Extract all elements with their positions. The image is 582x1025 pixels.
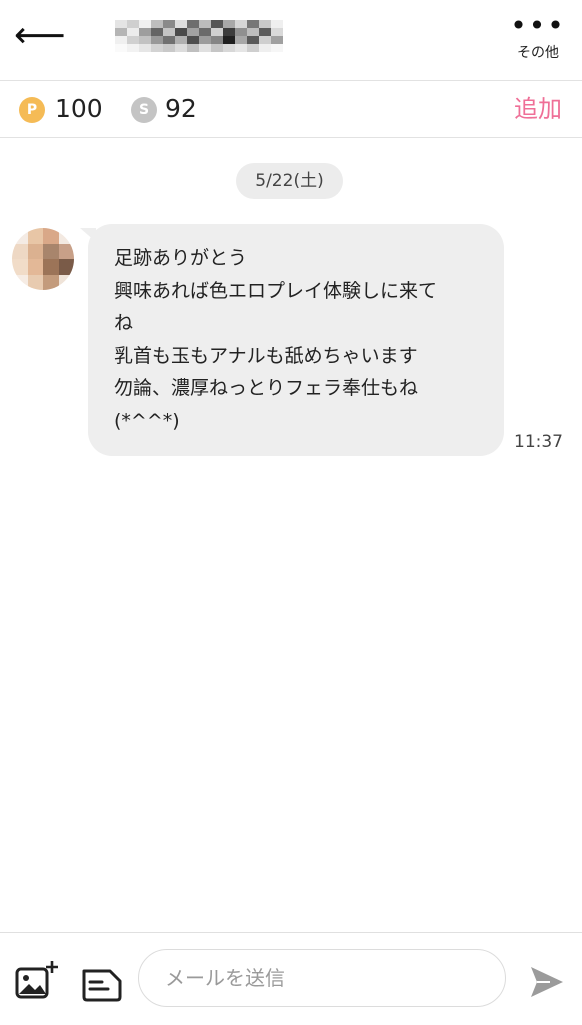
message-line: 勿論、濃厚ねっとりフェラ奉仕もね — [114, 377, 419, 400]
more-menu-button[interactable]: ••• その他 — [508, 12, 568, 72]
template-card-icon[interactable] — [80, 963, 124, 1003]
service-point-value: 92 — [165, 94, 197, 123]
message-bubble[interactable]: 足跡ありがとう 興味あれば色エロプレイ体験しに来て ね 乳首も玉もアナルも舐めち… — [88, 224, 504, 456]
avatar[interactable] — [12, 228, 74, 290]
more-dots-icon: ••• — [510, 9, 566, 42]
message-line: 乳首も玉もアナルも舐めちゃいます — [114, 344, 418, 367]
more-label: その他 — [517, 45, 559, 61]
message-input[interactable] — [138, 949, 506, 1007]
date-separator: 5/22(土) — [236, 163, 343, 199]
back-arrow-icon[interactable]: ⟵ — [14, 14, 66, 58]
message-line: 興味あれば色エロプレイ体験しに来て — [114, 279, 438, 302]
add-points-button[interactable]: 追加 — [514, 93, 562, 125]
message-line: 足跡ありがとう — [114, 247, 248, 269]
point-coin-icon: P — [19, 97, 45, 123]
message-line: (*^^*) — [114, 409, 180, 432]
header-bar: ⟵ ••• その他 — [0, 0, 582, 81]
message-line: ね — [114, 312, 134, 335]
message-timestamp: 11:37 — [514, 432, 563, 452]
contact-name-mosaic — [115, 20, 283, 52]
send-icon[interactable] — [528, 963, 566, 1001]
points-bar: P 100 S 92 追加 — [0, 81, 582, 138]
service-coin-icon: S — [131, 97, 157, 123]
composer-bar — [0, 932, 582, 1025]
add-image-icon[interactable] — [14, 959, 58, 1003]
point-value: 100 — [55, 94, 103, 123]
